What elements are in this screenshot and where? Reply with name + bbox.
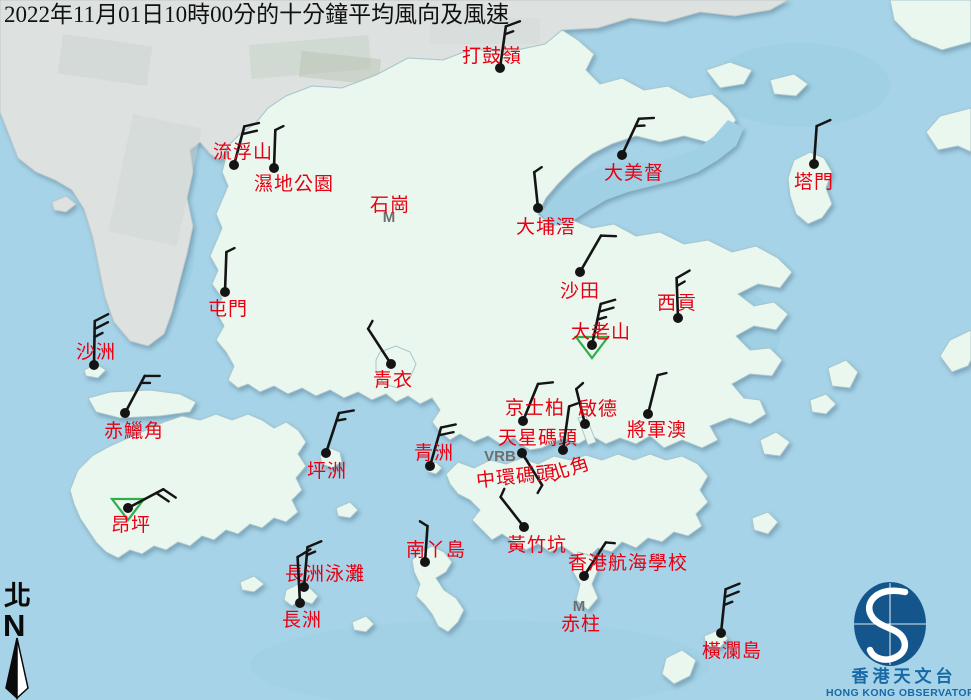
station-label: 昂坪 <box>111 514 151 536</box>
wind-barb-shaft <box>274 130 275 168</box>
station-label: 長洲 <box>282 609 322 631</box>
wind-barb-shaft <box>225 252 226 292</box>
station-label: 石崗 <box>370 194 410 216</box>
station-label: 黃竹坑 <box>507 534 567 556</box>
station-dot <box>673 313 683 323</box>
station-dot <box>533 203 543 213</box>
weather-map-page: 2022年11月01日10時00分的十分鐘平均風向及風速 打鼓嶺流浮山濕地公園M… <box>0 0 971 700</box>
station-dot <box>617 150 627 160</box>
station-label: 沙田 <box>560 280 600 302</box>
hk-wind-map: 2022年11月01日10時00分的十分鐘平均風向及風速 打鼓嶺流浮山濕地公園M… <box>0 0 971 700</box>
wind-barb-feather <box>601 236 616 237</box>
station-label: 塔門 <box>794 171 834 193</box>
station-label: 屯門 <box>208 298 248 320</box>
station-label: 京士柏 <box>505 397 565 419</box>
map-title: 2022年11月01日10時00分的十分鐘平均風向及風速 <box>4 2 509 27</box>
wind-barb-feather <box>639 118 654 119</box>
station-dot <box>220 287 230 297</box>
wind-barb-feather <box>606 542 615 543</box>
station-label: 青洲 <box>414 442 454 464</box>
station-dot <box>716 628 726 638</box>
variable-wind-marker: VRB <box>484 448 516 465</box>
station-label: 濕地公園 <box>254 173 334 195</box>
station-dot <box>123 503 133 513</box>
station-label: 南丫島 <box>406 539 466 561</box>
station-label: 坪洲 <box>307 460 347 482</box>
airport-island <box>88 390 196 418</box>
station-dot <box>580 419 590 429</box>
station-label: 赤柱 <box>561 613 601 635</box>
hko-logo-chinese-name: 香港天文台 <box>852 666 957 687</box>
station-label: 西貢 <box>657 292 697 314</box>
station-dot <box>386 359 396 369</box>
station-label: 流浮山 <box>213 141 273 163</box>
station-dot <box>575 267 585 277</box>
station-label: 赤鱲角 <box>104 420 164 442</box>
station-dot <box>558 445 568 455</box>
station-label: 啟德 <box>578 398 618 420</box>
station-dot <box>643 409 653 419</box>
station-dot <box>321 448 331 458</box>
station-label: 沙洲 <box>76 341 116 363</box>
wind-barb-feather <box>337 419 346 421</box>
station-label: 大老山 <box>571 321 631 343</box>
station-label: 大美督 <box>604 162 664 184</box>
compass-letter-n: N <box>3 608 25 643</box>
station-dot <box>809 159 819 169</box>
wind-barb-feather <box>538 382 553 384</box>
station-label: 將軍澳 <box>627 419 687 441</box>
station-label: 大埔滘 <box>516 216 576 238</box>
station-label: 香港航海學校 <box>568 552 688 574</box>
station-dot <box>519 522 529 532</box>
station-dot <box>517 448 527 458</box>
station-label: 打鼓嶺 <box>462 45 522 67</box>
station-dot <box>269 163 279 173</box>
station-label: 青衣 <box>373 369 413 391</box>
station-label: 橫瀾島 <box>702 640 762 662</box>
hko-logo-english-name: HONG KONG OBSERVATORY <box>826 687 971 699</box>
station-dot <box>295 598 305 608</box>
station-dot <box>120 408 130 418</box>
